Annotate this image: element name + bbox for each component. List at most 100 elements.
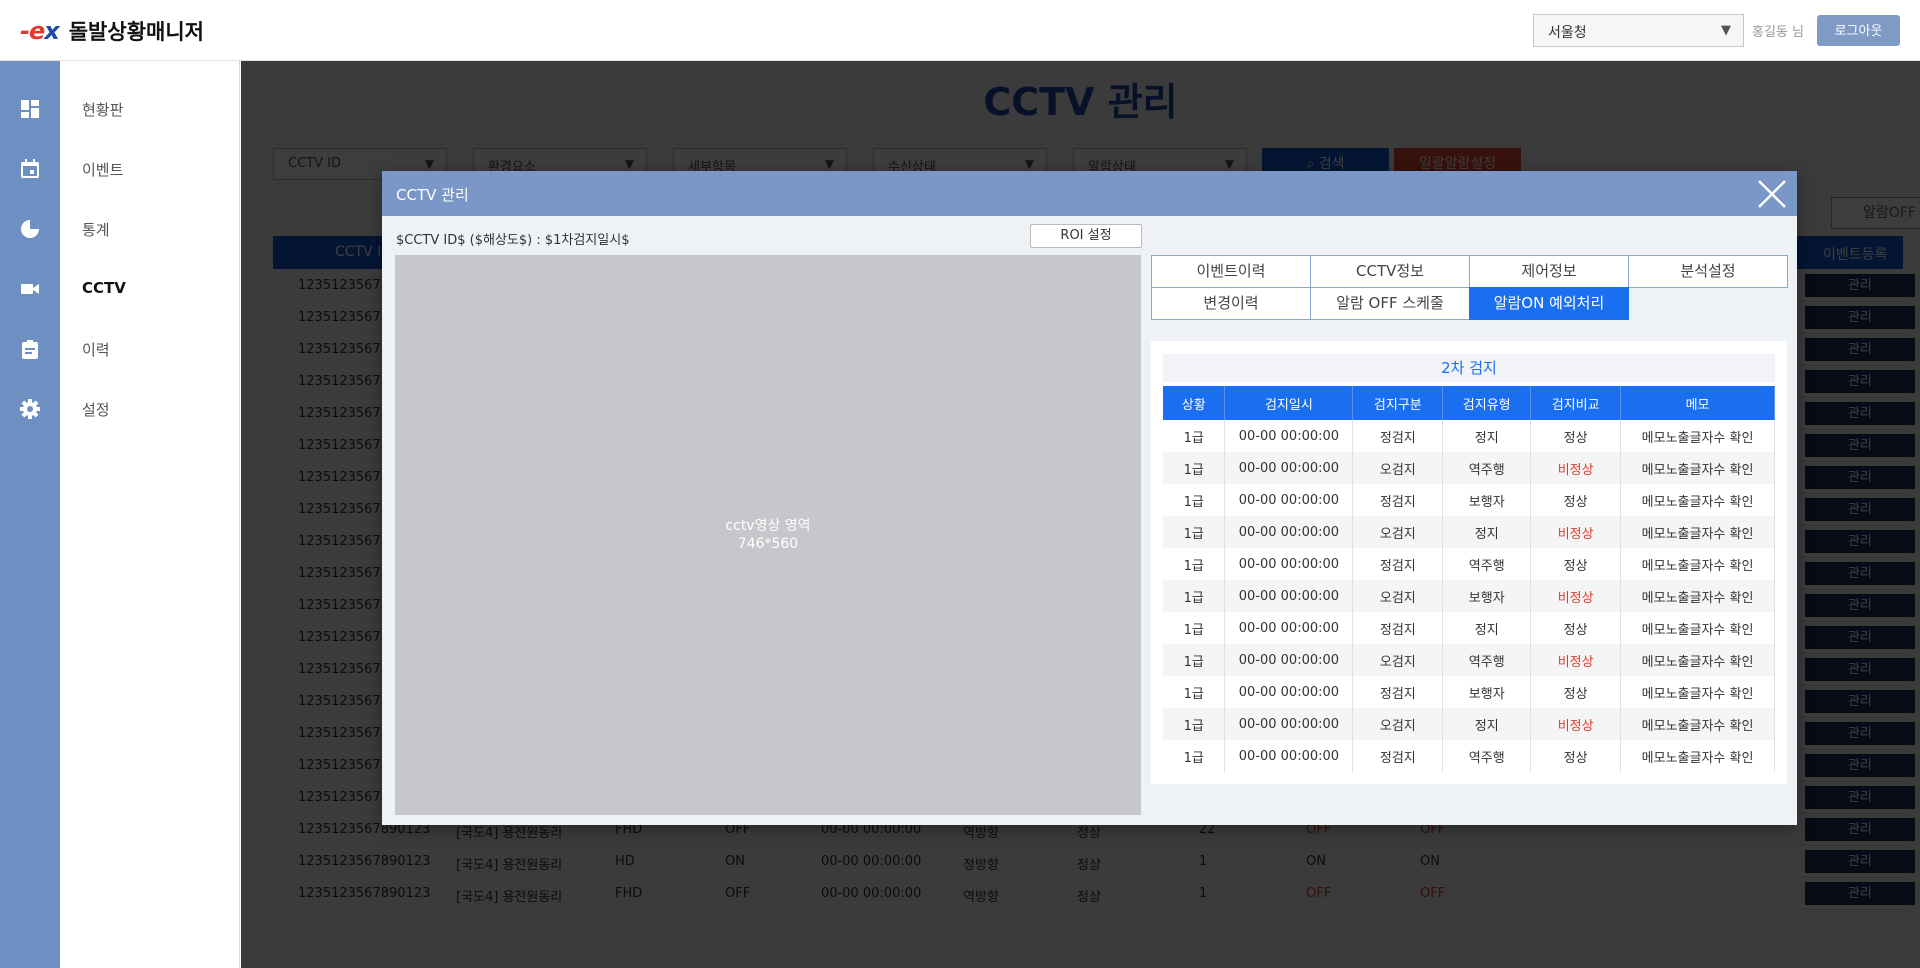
tab-alarm-on-exception[interactable]: 알람ON 예외처리 (1469, 287, 1629, 320)
gear-icon[interactable] (20, 399, 40, 419)
roi-settings-button[interactable]: ROI 설정 (1030, 224, 1142, 248)
manage-button[interactable]: 관리 (1805, 658, 1915, 681)
table-cell: 00-00 00:00:00 (1224, 676, 1354, 708)
manage-button[interactable]: 관리 (1805, 754, 1915, 777)
table-row[interactable]: 1급 00-00 00:00:00 오검지 정지 비정상 메모노출글자수 확인 (1163, 708, 1775, 740)
table-cell: 메모노출글자수 확인 (1620, 516, 1775, 548)
tab-change-history[interactable]: 변경이력 (1151, 287, 1311, 320)
table-cell: 1급 (1163, 548, 1226, 580)
manage-button[interactable]: 관리 (1805, 850, 1915, 873)
sidebar-item-history[interactable]: 이력 (82, 339, 110, 360)
manage-button[interactable]: 관리 (1805, 594, 1915, 617)
tab-cctv-info[interactable]: CCTV정보 (1310, 255, 1470, 288)
modal-title: CCTV 관리 (396, 186, 469, 204)
manage-button[interactable]: 관리 (1805, 690, 1915, 713)
manage-button[interactable]: 관리 (1805, 786, 1915, 809)
page-title: CCTV 관리 (983, 80, 1178, 124)
secondary-detection-table: 상황 검지일시 검지구분 검지유형 검지비교 메모 1급 00-00 00:00:00 정검지… (1163, 386, 1775, 772)
caret-down-icon: ▼ (824, 157, 834, 171)
table-cell: 역주행 (1442, 452, 1532, 484)
clipboard-icon[interactable] (20, 339, 40, 359)
table-cell: 1급 (1163, 708, 1226, 740)
table-cell: 00-00 00:00:00 (1224, 612, 1354, 644)
table-cell: 비정상 (1530, 580, 1622, 612)
table-row[interactable]: 1급 00-00 00:00:00 오검지 역주행 비정상 메모노출글자수 확인 (1163, 644, 1775, 676)
region-select[interactable]: 서울청 ▼ (1533, 14, 1744, 47)
logout-button[interactable]: 로그아웃 (1817, 15, 1900, 46)
search-icon: ⌕ (1306, 156, 1319, 172)
manage-button[interactable]: 관리 (1805, 402, 1915, 425)
manage-button[interactable]: 관리 (1805, 434, 1915, 457)
table-cell: 정상 (1530, 548, 1622, 580)
calendar-icon[interactable] (20, 159, 40, 179)
column-header: 검지일시 (1224, 386, 1354, 420)
table-row[interactable]: 1급 00-00 00:00:00 정검지 정지 정상 메모노출글자수 확인 (1163, 612, 1775, 644)
cctv-video-area[interactable]: cctv영상 영역 746*560 (395, 255, 1141, 815)
table-cell: FHD (615, 886, 643, 901)
tab-event-history[interactable]: 이벤트이력 (1151, 255, 1311, 288)
sidebar-item-dashboard[interactable]: 현황판 (82, 99, 123, 120)
secondary-detection-panel: 2차 검지 상황 검지일시 검지구분 검지유형 검지비교 메모 1급 00-00 00:00… (1151, 341, 1787, 784)
table-row[interactable]: 1급 00-00 00:00:00 오검지 보행자 비정상 메모노출글자수 확인 (1163, 580, 1775, 612)
table-row[interactable]: 1235123567890123 [국도4] 용전원동리 HD ON 00-00 00:… (273, 846, 1915, 878)
alarm-off-schedule-button[interactable]: 알람OFF 스케줄 (1831, 197, 1920, 229)
manage-button[interactable]: 관리 (1805, 498, 1915, 521)
pie-chart-icon[interactable] (20, 219, 40, 239)
table-cell: 오검지 (1352, 644, 1444, 676)
table-cell: 정지 (1442, 516, 1532, 548)
table-cell: 00-00 00:00:00 (1224, 740, 1354, 772)
table-row[interactable]: 1급 00-00 00:00:00 정검지 역주행 정상 메모노출글자수 확인 (1163, 548, 1775, 580)
sidebar-item-cctv[interactable]: CCTV (82, 279, 126, 297)
tab-alarm-off-schedule[interactable]: 알람 OFF 스케줄 (1310, 287, 1470, 320)
table-row[interactable]: 1급 00-00 00:00:00 정검지 보행자 정상 메모노출글자수 확인 (1163, 484, 1775, 516)
table-row[interactable]: 1급 00-00 00:00:00 오검지 역주행 비정상 메모노출글자수 확인 (1163, 452, 1775, 484)
table-cell: 1235123567890123 (298, 854, 431, 869)
table-cell: 역주행 (1442, 548, 1532, 580)
table-cell: 메모노출글자수 확인 (1620, 420, 1775, 452)
manage-button[interactable]: 관리 (1805, 530, 1915, 553)
dashboard-icon[interactable] (20, 99, 40, 119)
close-icon[interactable] (1755, 177, 1789, 211)
table-cell: 00-00 00:00:00 (1224, 580, 1354, 612)
table-cell: OFF (725, 886, 751, 901)
table-cell: 역방향 (963, 890, 999, 905)
manage-button[interactable]: 관리 (1805, 274, 1915, 297)
manage-button[interactable]: 관리 (1805, 818, 1915, 841)
manage-button[interactable]: 관리 (1805, 626, 1915, 649)
table-cell: 1급 (1163, 580, 1226, 612)
app-logo[interactable]: -ex 돌발상황매니저 (20, 16, 204, 46)
table-cell: 1급 (1163, 740, 1226, 772)
table-cell: 정상 (1530, 676, 1622, 708)
camera-caption: $CCTV ID$ ($해상도$) : $1차검지일시$ (396, 233, 630, 248)
manage-button[interactable]: 관리 (1805, 722, 1915, 745)
table-cell: 보행자 (1442, 580, 1532, 612)
column-header: 검지유형 (1442, 386, 1532, 420)
table-row[interactable]: 1235123567890123 [국도4] 용전원동리 FHD OFF 00-00 0… (273, 878, 1915, 910)
manage-button[interactable]: 관리 (1805, 882, 1915, 905)
table-cell: 오검지 (1352, 580, 1444, 612)
table-row[interactable]: 1급 00-00 00:00:00 정검지 보행자 정상 메모노출글자수 확인 (1163, 676, 1775, 708)
sidebar-item-settings[interactable]: 설정 (82, 399, 110, 420)
table-cell: 1 (1199, 854, 1208, 869)
manage-button[interactable]: 관리 (1805, 562, 1915, 585)
table-cell: 정상 (1077, 858, 1101, 873)
table-cell: 1급 (1163, 516, 1226, 548)
table-cell: 정검지 (1352, 420, 1444, 452)
video-camera-icon[interactable] (20, 279, 40, 299)
table-cell: 00-00 00:00:00 (1224, 452, 1354, 484)
tab-control-info[interactable]: 제어정보 (1469, 255, 1629, 288)
manage-button[interactable]: 관리 (1805, 306, 1915, 329)
manage-button[interactable]: 관리 (1805, 338, 1915, 361)
tab-analysis-settings[interactable]: 분석설정 (1628, 255, 1788, 288)
table-cell: ON (725, 854, 745, 869)
table-cell: 1급 (1163, 420, 1226, 452)
table-cell: 비정상 (1530, 644, 1622, 676)
table-row[interactable]: 1급 00-00 00:00:00 정검지 정지 정상 메모노출글자수 확인 (1163, 420, 1775, 452)
table-row[interactable]: 1급 00-00 00:00:00 정검지 역주행 정상 메모노출글자수 확인 (1163, 740, 1775, 772)
sidebar-item-statistics[interactable]: 통계 (82, 219, 110, 240)
sidebar-item-event[interactable]: 이벤트 (82, 159, 123, 180)
user-name: 홍길동 님 (1752, 25, 1804, 40)
manage-button[interactable]: 관리 (1805, 466, 1915, 489)
table-row[interactable]: 1급 00-00 00:00:00 오검지 정지 비정상 메모노출글자수 확인 (1163, 516, 1775, 548)
manage-button[interactable]: 관리 (1805, 370, 1915, 393)
